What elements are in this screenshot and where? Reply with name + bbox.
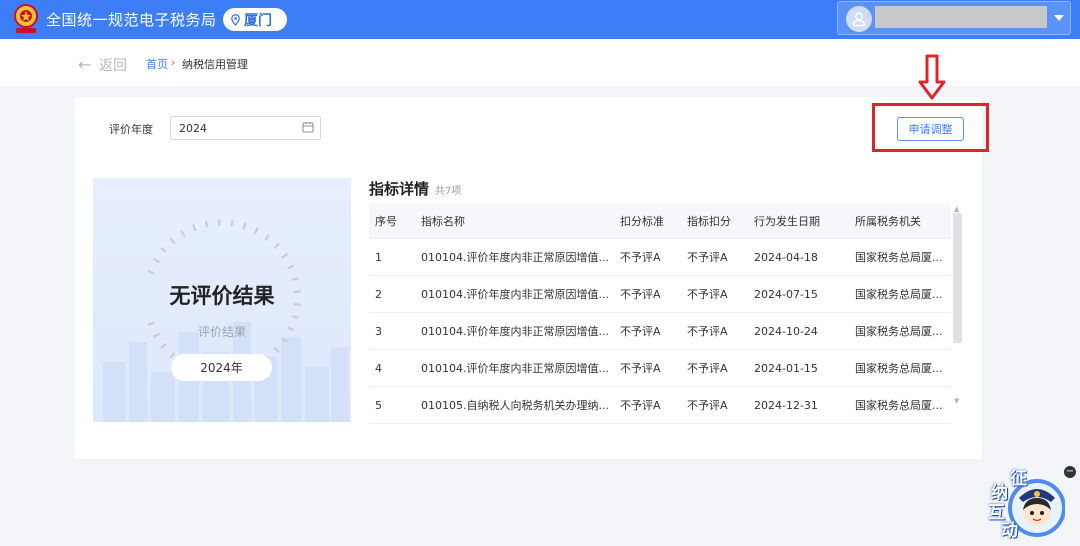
gauge-tick [230, 219, 234, 227]
annotation-arrow-icon [918, 54, 946, 100]
table-header: 序号 指标名称 扣分标准 指标扣分 行为发生日期 所属税务机关 [369, 203, 951, 239]
gauge-tick [254, 227, 259, 235]
mascot-char: 征 [1010, 469, 1027, 489]
breadcrumb-separator: › [171, 56, 176, 69]
details-title: 指标详情 [369, 180, 430, 198]
gauge-tick [287, 264, 295, 270]
column-header: 序号 [375, 214, 397, 228]
year-label: 评价年度 [109, 123, 153, 136]
table-cell: 2024-01-15 [754, 361, 818, 375]
annotation-highlight-box [872, 103, 989, 152]
table-cell: 不予评A [620, 362, 661, 375]
table-cell: 国家税务总局厦... [855, 399, 943, 412]
table-cell: 不予评A [620, 251, 661, 264]
table-cell: 010104.评价年度内非正常原因增值... [421, 288, 609, 301]
mascot-char: 动 [1001, 521, 1018, 541]
column-header: 行为发生日期 [754, 214, 820, 228]
table-cell: 不予评A [687, 325, 728, 338]
emblem-icon [14, 4, 38, 33]
gauge-tick [273, 243, 280, 249]
gauge-tick [160, 343, 167, 349]
table-cell: 不予评A [620, 288, 661, 301]
user-name-redacted [875, 6, 1047, 28]
table-cell: 010104.评价年度内非正常原因增值... [421, 325, 609, 338]
gauge-tick [273, 347, 280, 353]
top-header: 全国统一规范电子税务局 厦门 [0, 0, 1080, 39]
column-header: 所属税务机关 [855, 214, 921, 228]
table-cell: 不予评A [687, 251, 728, 264]
table-cell: 2024-07-15 [754, 287, 818, 301]
table-cell: 010104.评价年度内非正常原因增值... [421, 362, 609, 375]
chevron-down-icon[interactable] [1054, 15, 1064, 21]
column-header: 扣分标准 [620, 214, 664, 228]
gauge-tick [192, 224, 197, 232]
table-row[interactable]: 5 010105.自纳税人向税务机关办理纳... 不予评A 不予评A 2024-… [369, 387, 951, 424]
gauge-tick [242, 222, 247, 230]
table-cell: 国家税务总局厦... [855, 251, 943, 264]
gauge-tick [180, 230, 186, 237]
location-pin-icon [231, 13, 240, 26]
table-row[interactable]: 4 010104.评价年度内非正常原因增值... 不予评A 不予评A 2024-… [369, 350, 951, 387]
table-cell: 国家税务总局厦... [855, 288, 943, 301]
calendar-icon[interactable] [302, 121, 314, 133]
breadcrumb-home[interactable]: 首页 [146, 56, 168, 72]
table-cell: 5 [375, 398, 382, 412]
city-selector[interactable]: 厦门 [223, 8, 287, 31]
year-picker-input[interactable]: 2024 [170, 116, 321, 140]
gauge-tick [291, 315, 299, 319]
gauge-tick [160, 247, 167, 253]
table-cell: 不予评A [620, 399, 661, 412]
table-cell: 国家税务总局厦... [855, 325, 943, 338]
result-subtitle: 评价结果 [197, 325, 246, 339]
details-count: 共7项 [435, 186, 462, 197]
table-row[interactable]: 2 010104.评价年度内非正常原因增值... 不予评A 不予评A 2024-… [369, 276, 951, 313]
table-cell: 不予评A [687, 362, 728, 375]
interaction-mascot-widget[interactable]: 征 纳 互 动 [985, 466, 1066, 541]
table-cell: 2 [375, 287, 382, 301]
table-cell: 010104.评价年度内非正常原因增值... [421, 251, 609, 264]
table-cell: 2024-10-24 [754, 324, 818, 338]
table-cell: 不予评A [687, 399, 728, 412]
table-cell: 2024-04-18 [754, 250, 818, 264]
user-avatar-icon [846, 6, 872, 32]
column-header: 指标名称 [421, 214, 465, 228]
gauge-tick [153, 258, 160, 263]
app-title: 全国统一规范电子税务局 [46, 11, 217, 29]
table-cell: 1 [375, 250, 382, 264]
details-table: 序号 指标名称 扣分标准 指标扣分 行为发生日期 所属税务机关 1 010104… [369, 203, 951, 424]
table-cell: 不予评A [687, 288, 728, 301]
gauge-tick [281, 253, 288, 259]
gauge-tick [204, 220, 209, 228]
table-cell: 010105.自纳税人向税务机关办理纳... [421, 399, 609, 412]
back-arrow-icon[interactable]: ← [78, 55, 91, 74]
table-cell: 4 [375, 361, 382, 375]
breadcrumb-current: 纳税信用管理 [182, 58, 248, 71]
gauge-tick [169, 352, 176, 359]
gauge-tick [147, 270, 155, 275]
table-cell: 3 [375, 324, 382, 338]
result-title: 无评价结果 [169, 284, 275, 308]
table-cell: 不予评A [620, 325, 661, 338]
gauge-tick [169, 237, 176, 244]
scroll-down-icon[interactable]: ▼ [954, 397, 959, 405]
table-scrollbar[interactable] [953, 213, 962, 343]
result-year-badge: 2024年 [171, 354, 272, 381]
back-link[interactable]: 返回 [99, 55, 127, 75]
user-menu[interactable] [837, 1, 1071, 35]
evaluation-result-panel: 无评价结果 评价结果 2024年 [93, 178, 351, 422]
table-cell: 国家税务总局厦... [855, 362, 943, 375]
column-header: 指标扣分 [687, 214, 731, 228]
table-cell: 2024-12-31 [754, 398, 818, 412]
table-row[interactable]: 3 010104.评价年度内非正常原因增值... 不予评A 不予评A 2024-… [369, 313, 951, 350]
scroll-up-icon[interactable]: ▲ [954, 205, 959, 213]
table-row[interactable]: 1 010104.评价年度内非正常原因增值... 不予评A 不予评A 2024-… [369, 239, 951, 276]
gauge-tick [264, 234, 270, 241]
city-label: 厦门 [244, 12, 272, 29]
mascot-close-icon[interactable]: − [1064, 466, 1076, 478]
